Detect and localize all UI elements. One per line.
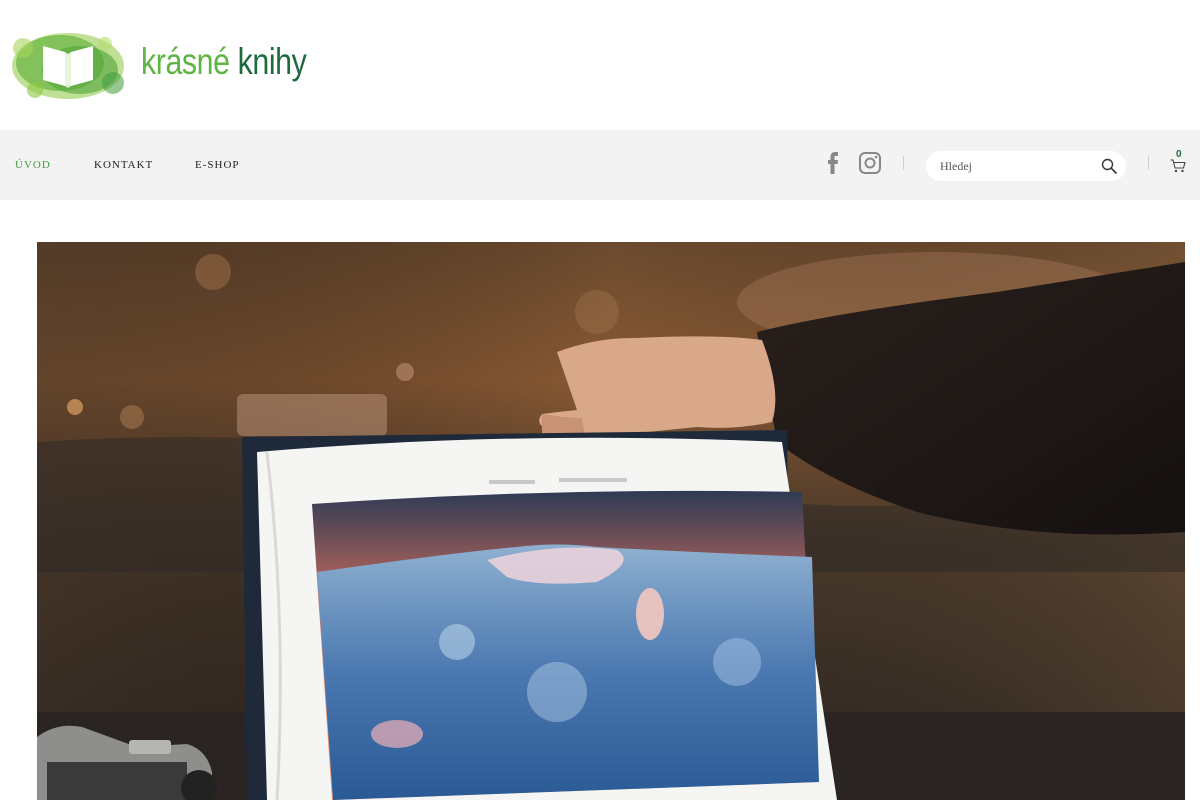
search-input[interactable] bbox=[940, 151, 1100, 181]
facebook-icon[interactable] bbox=[826, 152, 840, 174]
instagram-icon[interactable] bbox=[858, 152, 882, 174]
nav-item-kontakt[interactable]: KONTAKT bbox=[94, 159, 153, 171]
site-logo-link[interactable]: krásné knihy bbox=[5, 28, 315, 102]
search-icon[interactable] bbox=[1101, 158, 1117, 174]
nav-item-uvod[interactable]: ÚVOD bbox=[15, 159, 51, 171]
site-header: krásné knihy bbox=[0, 0, 1200, 130]
brand-name: krásné knihy bbox=[141, 41, 307, 82]
nav-divider bbox=[1148, 156, 1149, 170]
cart-button[interactable]: 0 bbox=[1168, 146, 1190, 176]
nav-divider bbox=[903, 156, 904, 170]
nav-item-eshop[interactable]: E-SHOP bbox=[195, 159, 240, 171]
brand-name-part2: knihy bbox=[237, 41, 307, 82]
photo-book-hero-image bbox=[37, 242, 1185, 800]
shopping-cart-icon bbox=[1170, 159, 1186, 173]
brand-name-part1: krásné bbox=[141, 41, 230, 82]
search-box bbox=[926, 151, 1126, 181]
book-logo-icon bbox=[12, 33, 124, 99]
hero-image bbox=[37, 242, 1185, 800]
